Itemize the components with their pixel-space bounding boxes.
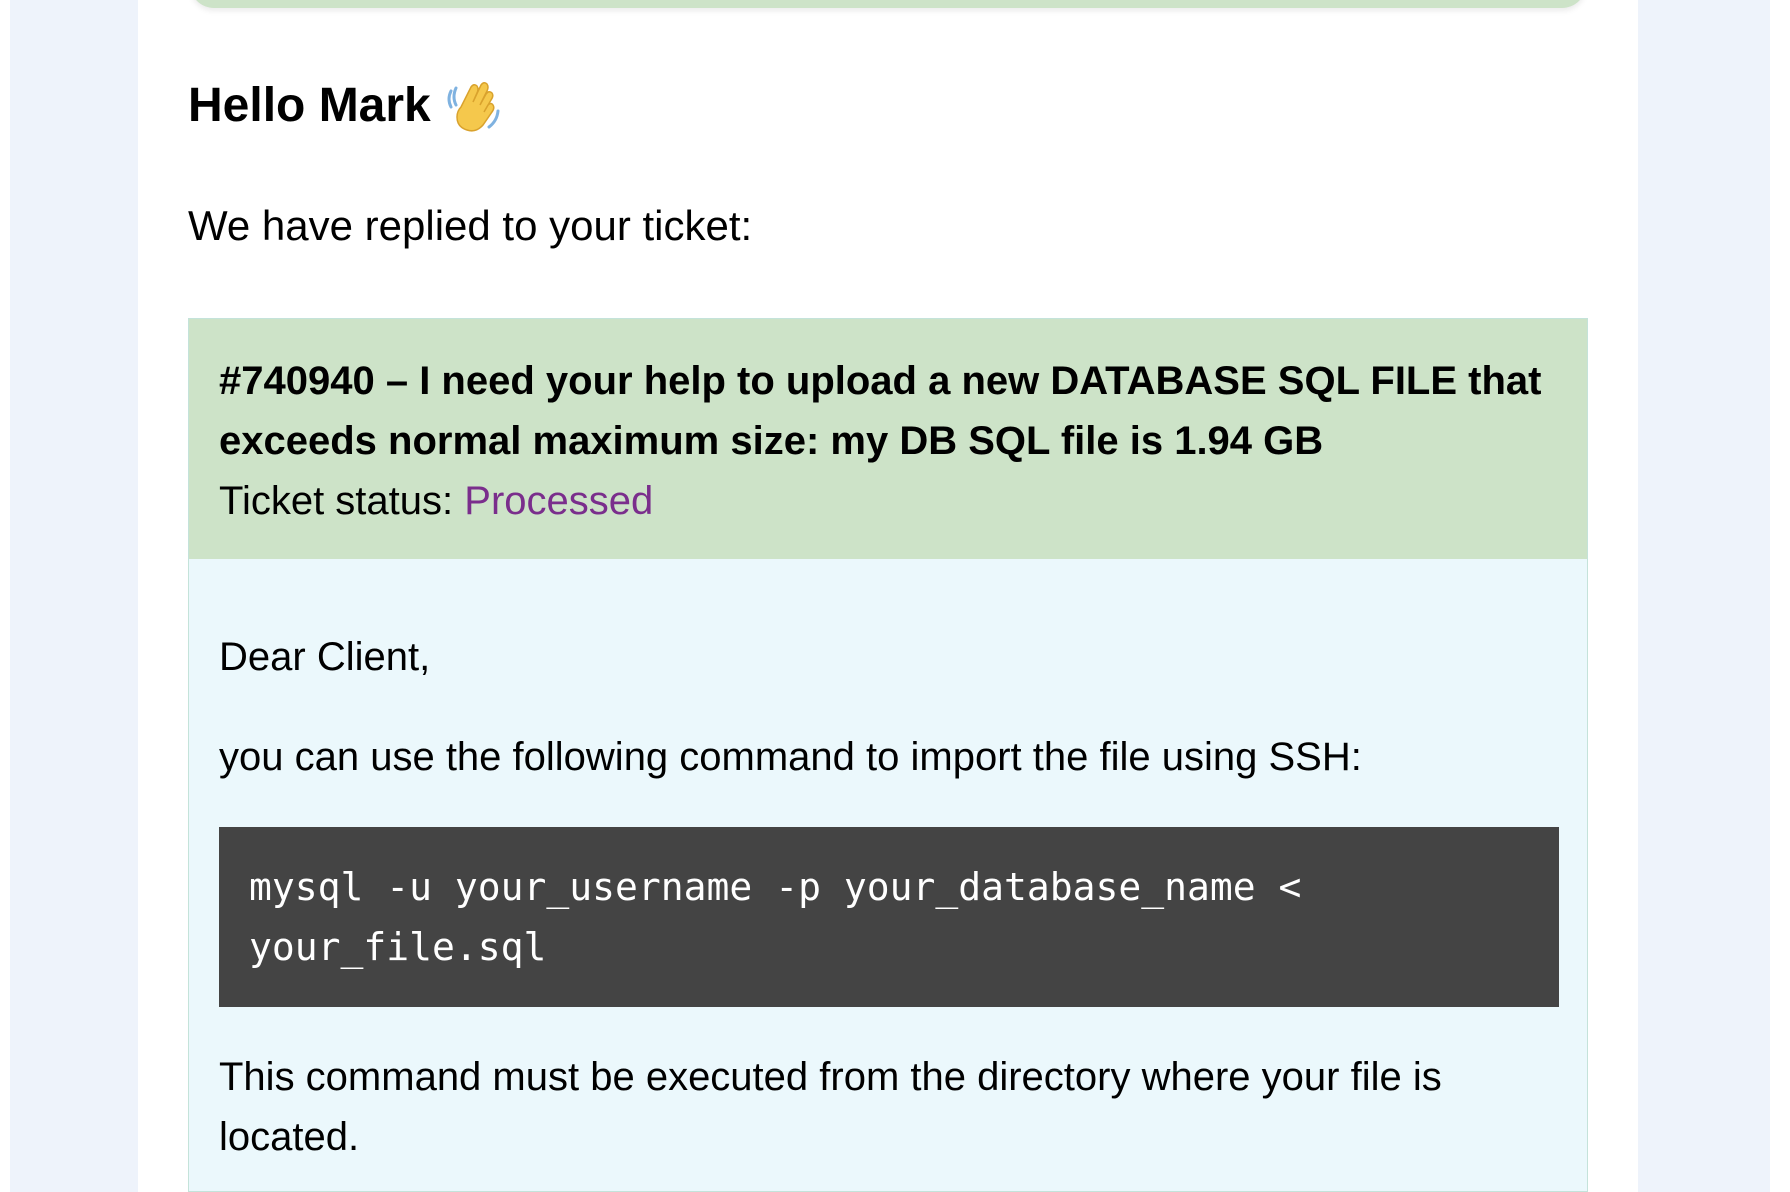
- reply-note: This command must be executed from the d…: [219, 1055, 1442, 1159]
- reply-instruction: you can use the following command to imp…: [219, 735, 1362, 779]
- reply-salutation: Dear Client,: [219, 635, 431, 679]
- ticket-header: #740940 – I need your help to upload a n…: [189, 319, 1587, 559]
- ticket-title: #740940 – I need your help to upload a n…: [219, 359, 1542, 463]
- command-code-block: mysql -u your_username -p your_database_…: [219, 827, 1559, 1007]
- ticket-status-value: Processed: [464, 479, 654, 523]
- email-card: Hello Mark We have replied to your ticke…: [138, 0, 1638, 1192]
- top-banner: [190, 0, 1586, 8]
- ticket-reply-body: Dear Client, you can use the following c…: [189, 559, 1587, 1167]
- ssh-command[interactable]: mysql -u your_username -p your_database_…: [249, 857, 1529, 977]
- intro-text: We have replied to your ticket:: [188, 202, 753, 249]
- greeting-text: Hello Mark: [188, 79, 431, 132]
- waving-hand-icon: [443, 77, 501, 135]
- greeting-heading: Hello Mark: [188, 70, 501, 142]
- ticket-status: Ticket status: Processed: [219, 471, 1557, 531]
- ticket-status-label: Ticket status:: [219, 479, 465, 523]
- ticket-card: #740940 – I need your help to upload a n…: [188, 318, 1588, 1192]
